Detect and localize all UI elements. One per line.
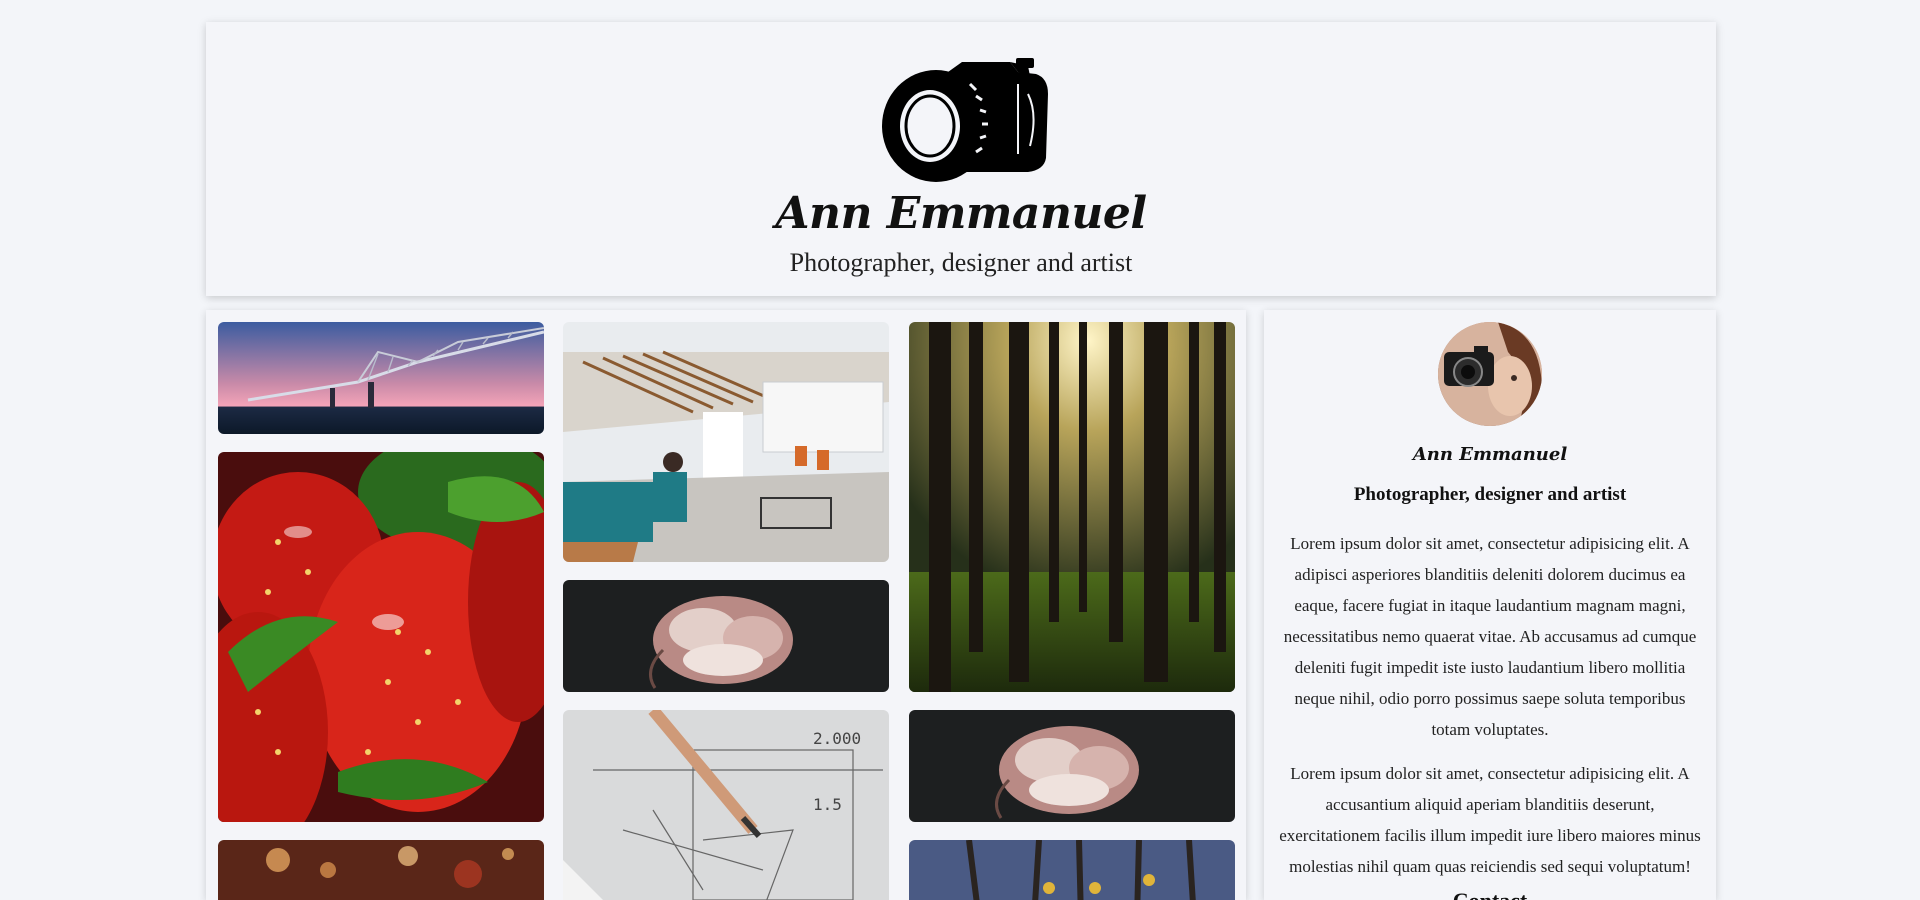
photo-flower-1[interactable]	[563, 580, 889, 692]
profile-name: Ann Emmanuel	[1412, 444, 1568, 465]
about-sidebar: Ann Emmanuel Photographer, designer and …	[1264, 310, 1716, 900]
photo-bridge[interactable]	[218, 322, 544, 434]
header: Ann Emmanuel Photographer, designer and …	[206, 22, 1716, 296]
svg-text:1.5: 1.5	[813, 795, 842, 814]
camera-logo-icon[interactable]	[878, 54, 1054, 182]
about-paragraph-2: Lorem ipsum dolor sit amet, consectetur …	[1279, 764, 1701, 876]
photo-denim[interactable]	[909, 840, 1235, 900]
contact-heading: Contact	[1264, 888, 1716, 900]
svg-text:2.000: 2.000	[813, 729, 861, 748]
photo-flower-2[interactable]	[909, 710, 1235, 822]
photo-strawberries[interactable]	[218, 452, 544, 822]
site-title: Ann Emmanuel	[775, 188, 1147, 239]
photo-blueprint[interactable]: 2.000 1.5	[563, 710, 889, 900]
about-paragraph-1: Lorem ipsum dolor sit amet, consectetur …	[1283, 534, 1697, 739]
photo-office[interactable]	[563, 322, 889, 562]
photo-forest[interactable]	[909, 322, 1235, 692]
site-subtitle: Photographer, designer and artist	[789, 248, 1133, 277]
profile-avatar[interactable]	[1438, 322, 1542, 426]
photo-gallery: 2.000 1.5	[206, 310, 1246, 900]
profile-role: Photographer, designer and artist	[1353, 484, 1627, 505]
photo-bokeh[interactable]	[218, 840, 544, 900]
